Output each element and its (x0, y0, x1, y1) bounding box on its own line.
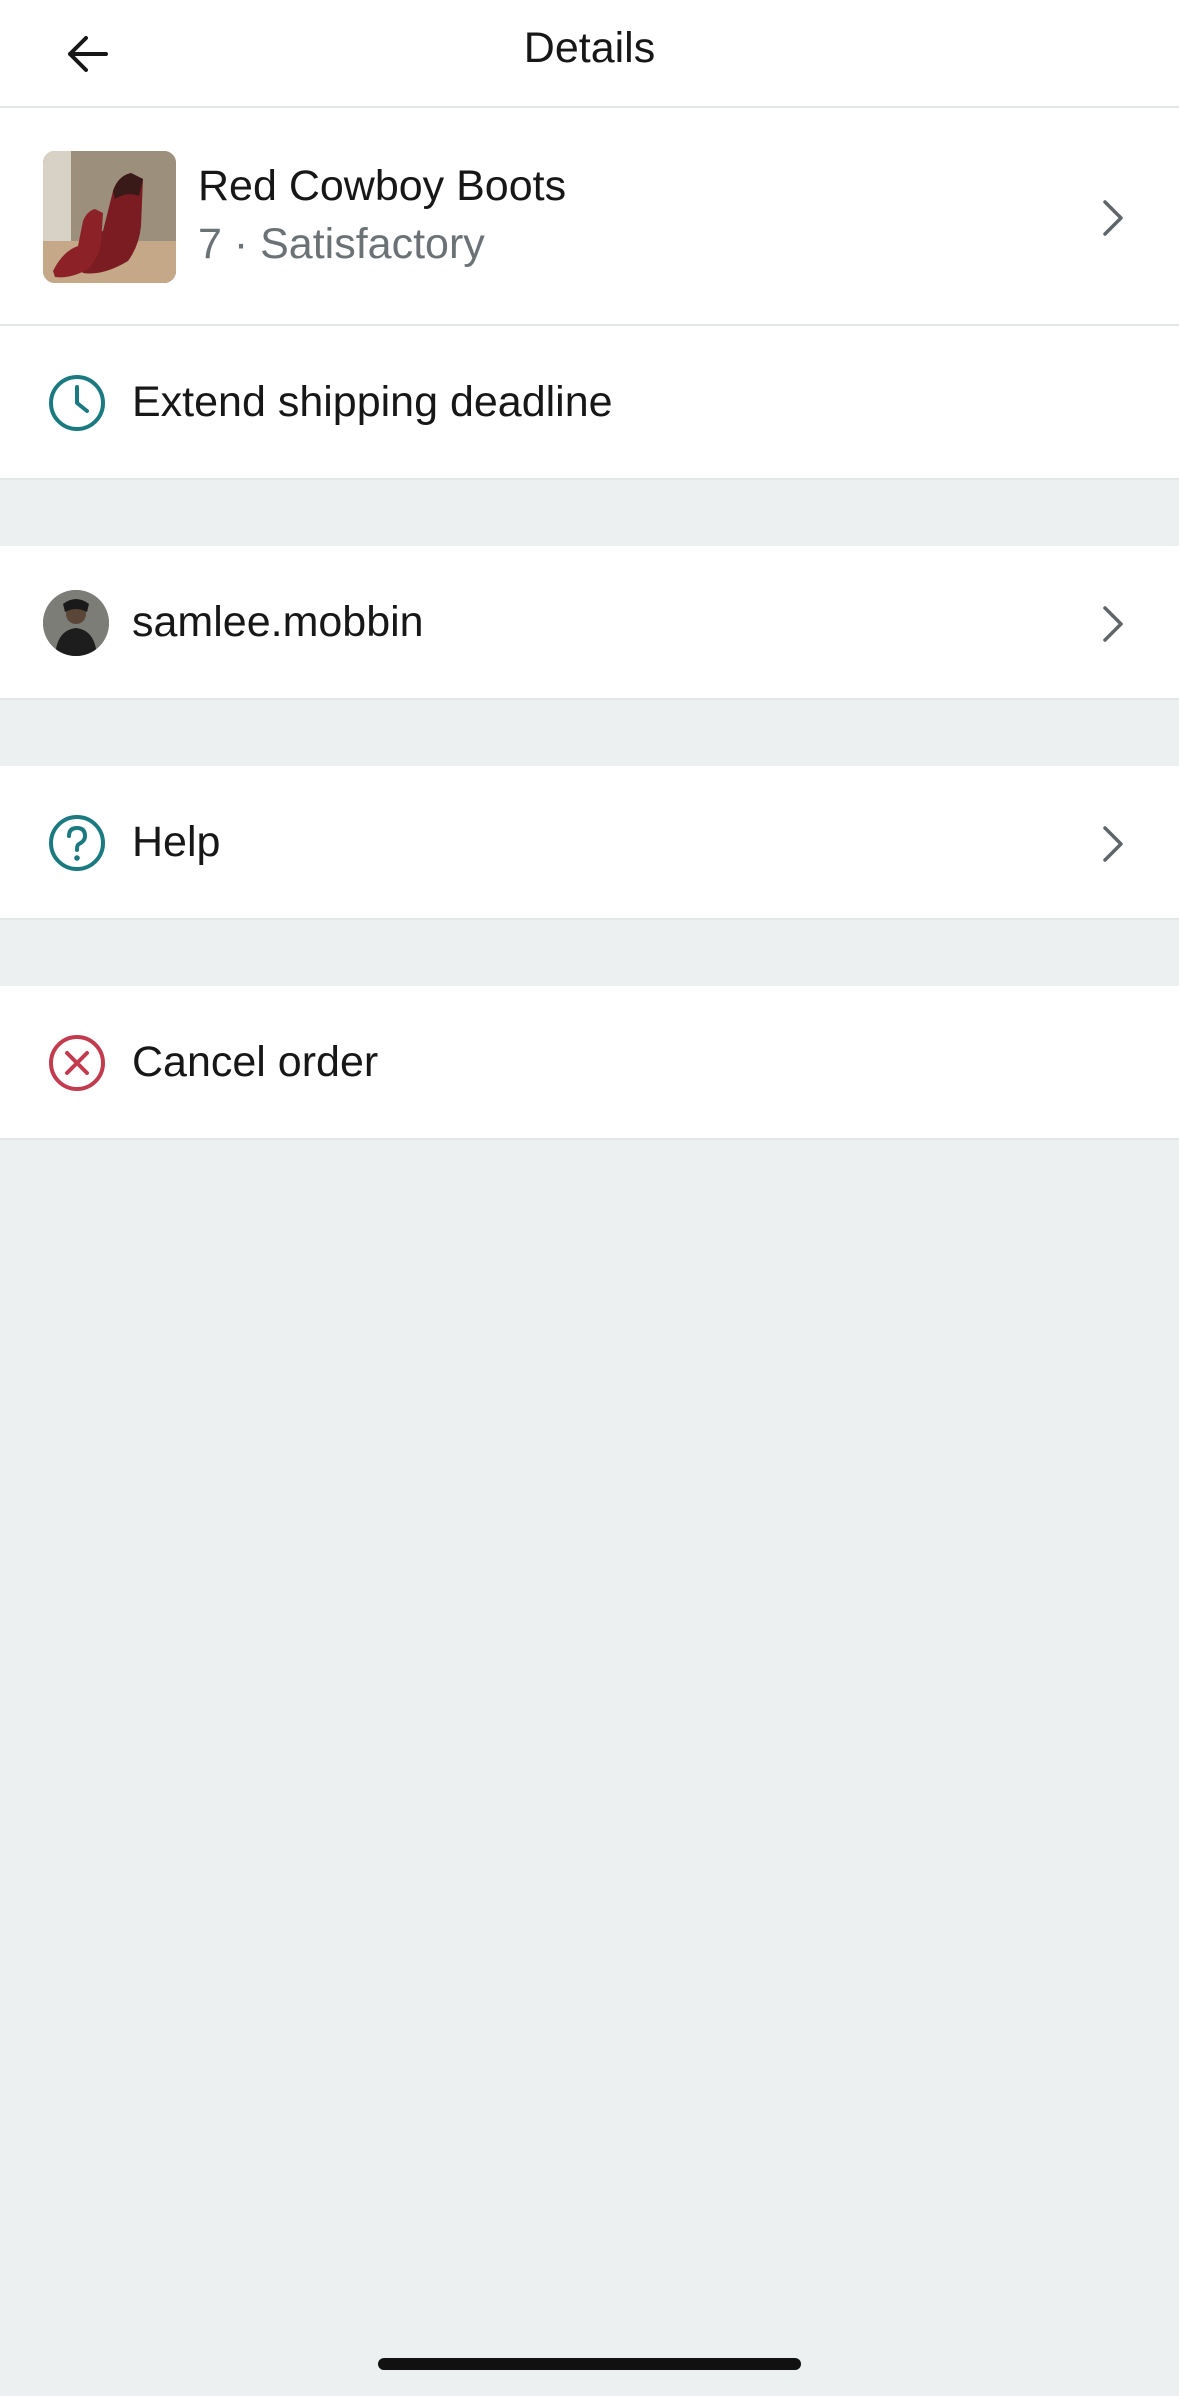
chevron-right-icon (1097, 822, 1129, 866)
extend-shipping-button[interactable]: Extend shipping deadline (0, 326, 1179, 480)
clock-icon (46, 372, 108, 434)
cancel-order-label: Cancel order (132, 1038, 379, 1086)
top-bar: Details (0, 0, 1179, 108)
help-label: Help (132, 818, 221, 866)
chevron-right-icon (1097, 196, 1129, 240)
chevron-right-icon (1097, 602, 1129, 646)
avatar (43, 590, 109, 656)
x-circle-icon (46, 1032, 108, 1094)
extend-shipping-label: Extend shipping deadline (132, 378, 613, 426)
page-title: Details (523, 24, 656, 72)
product-row[interactable] (0, 108, 1179, 326)
product-subtitle: 7 · Satisfactory (198, 220, 485, 268)
cancel-order-button[interactable]: Cancel order (0, 986, 1179, 1140)
product-title: Red Cowboy Boots (198, 162, 567, 210)
home-indicator[interactable] (378, 2358, 801, 2370)
product-thumbnail (43, 151, 176, 283)
question-circle-icon (46, 812, 108, 874)
username-label: samlee.mobbin (132, 598, 424, 646)
help-button[interactable]: Help (0, 766, 1179, 920)
seller-profile-row[interactable]: samlee.mobbin (0, 546, 1179, 700)
